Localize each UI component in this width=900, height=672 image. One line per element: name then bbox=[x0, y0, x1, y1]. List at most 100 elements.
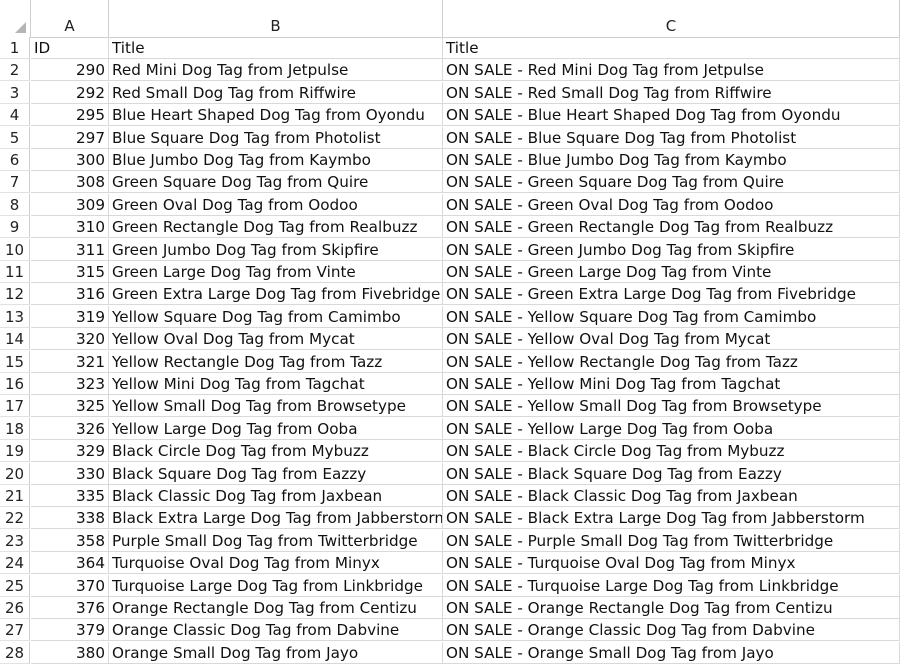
cell-sale-title[interactable]: ON SALE - Black Circle Dog Tag from Mybu… bbox=[443, 440, 900, 463]
row-header[interactable]: 14 bbox=[0, 328, 30, 351]
cell-title[interactable]: Blue Heart Shaped Dog Tag from Oyondu bbox=[109, 104, 443, 127]
cell-sale-title[interactable]: ON SALE - Orange Rectangle Dog Tag from … bbox=[443, 597, 900, 619]
cell-title[interactable]: Black Square Dog Tag from Eazzy bbox=[109, 462, 443, 485]
cell-sale-title[interactable]: ON SALE - Turquoise Large Dog Tag from L… bbox=[443, 574, 900, 597]
column-header-b[interactable]: B bbox=[109, 0, 443, 37]
cell-sale-title[interactable]: ON SALE - Orange Small Dog Tag from Jayo bbox=[443, 641, 900, 664]
cell-title[interactable]: Orange Classic Dog Tag from Dabvine bbox=[109, 619, 443, 642]
row-header[interactable]: 18 bbox=[0, 417, 30, 440]
cell-id[interactable]: 379 bbox=[31, 619, 109, 642]
cell-id[interactable]: 370 bbox=[31, 574, 109, 597]
cell-id[interactable]: 311 bbox=[31, 238, 109, 261]
cell-title[interactable]: Turquoise Oval Dog Tag from Minyx bbox=[109, 552, 443, 575]
cell-sale-title[interactable]: ON SALE - Black Square Dog Tag from Eazz… bbox=[443, 462, 900, 485]
row-header[interactable]: 23 bbox=[0, 529, 30, 552]
cell-title[interactable]: Yellow Mini Dog Tag from Tagchat bbox=[109, 373, 443, 395]
cell-sale-title[interactable]: ON SALE - Black Classic Dog Tag from Jax… bbox=[443, 485, 900, 507]
row-header[interactable]: 11 bbox=[0, 261, 30, 283]
cell-sale-title[interactable]: ON SALE - Green Square Dog Tag from Quir… bbox=[443, 171, 900, 194]
row-header[interactable]: 16 bbox=[0, 373, 30, 395]
cell-sale-title[interactable]: ON SALE - Green Extra Large Dog Tag from… bbox=[443, 283, 900, 306]
cell-title[interactable]: Yellow Oval Dog Tag from Mycat bbox=[109, 328, 443, 351]
row-header[interactable]: 2 bbox=[0, 59, 30, 82]
cell-title[interactable]: Green Square Dog Tag from Quire bbox=[109, 171, 443, 194]
row-header[interactable]: 3 bbox=[0, 81, 30, 104]
row-header[interactable]: 26 bbox=[0, 597, 30, 619]
row-header[interactable]: 10 bbox=[0, 238, 30, 261]
cell-id[interactable]: 292 bbox=[31, 81, 109, 104]
cell-sale-title[interactable]: ON SALE - Black Extra Large Dog Tag from… bbox=[443, 507, 900, 530]
cell-id[interactable]: 300 bbox=[31, 149, 109, 171]
cell-id[interactable]: 323 bbox=[31, 373, 109, 395]
cell-title[interactable]: Black Classic Dog Tag from Jaxbean bbox=[109, 485, 443, 507]
cell-sale-title[interactable]: ON SALE - Orange Classic Dog Tag from Da… bbox=[443, 619, 900, 642]
cell-id[interactable]: 335 bbox=[31, 485, 109, 507]
cell-title[interactable]: Green Oval Dog Tag from Oodoo bbox=[109, 193, 443, 216]
cell-id[interactable]: 316 bbox=[31, 283, 109, 306]
cell-sale-title[interactable]: ON SALE - Blue Heart Shaped Dog Tag from… bbox=[443, 104, 900, 127]
cell-title[interactable]: Turquoise Large Dog Tag from Linkbridge bbox=[109, 574, 443, 597]
cell-title[interactable]: Green Jumbo Dog Tag from Skipfire bbox=[109, 238, 443, 261]
row-header[interactable]: 27 bbox=[0, 619, 30, 642]
row-header[interactable]: 5 bbox=[0, 126, 30, 149]
cell-title[interactable]: Orange Small Dog Tag from Jayo bbox=[109, 641, 443, 664]
cell-title[interactable]: Black Circle Dog Tag from Mybuzz bbox=[109, 440, 443, 463]
row-header[interactable]: 8 bbox=[0, 193, 30, 216]
row-header[interactable]: 21 bbox=[0, 485, 30, 507]
cell-title[interactable]: Green Large Dog Tag from Vinte bbox=[109, 261, 443, 283]
column-header-c[interactable]: C bbox=[443, 0, 900, 37]
cell-sale-title[interactable]: ON SALE - Red Mini Dog Tag from Jetpulse bbox=[443, 59, 900, 82]
cell-sale-title[interactable]: ON SALE - Yellow Oval Dog Tag from Mycat bbox=[443, 328, 900, 351]
cell-sale-title[interactable]: ON SALE - Red Small Dog Tag from Riffwir… bbox=[443, 81, 900, 104]
cell-title[interactable]: Purple Small Dog Tag from Twitterbridge bbox=[109, 529, 443, 552]
cell-id[interactable]: 325 bbox=[31, 395, 109, 418]
cell-id[interactable]: 330 bbox=[31, 462, 109, 485]
cell-id[interactable]: 310 bbox=[31, 216, 109, 239]
cell-id[interactable]: 295 bbox=[31, 104, 109, 127]
cell-id[interactable]: 320 bbox=[31, 328, 109, 351]
cell-title[interactable]: Green Extra Large Dog Tag from Fivebridg… bbox=[109, 283, 443, 306]
cell-title[interactable]: Title bbox=[109, 37, 443, 59]
cell-sale-title[interactable]: ON SALE - Yellow Mini Dog Tag from Tagch… bbox=[443, 373, 900, 395]
cell-id[interactable]: 290 bbox=[31, 59, 109, 82]
cell-id[interactable]: 319 bbox=[31, 305, 109, 328]
cell-sale-title[interactable]: ON SALE - Yellow Small Dog Tag from Brow… bbox=[443, 395, 900, 418]
cell-sale-title[interactable]: ON SALE - Purple Small Dog Tag from Twit… bbox=[443, 529, 900, 552]
cell-title[interactable]: Yellow Square Dog Tag from Camimbo bbox=[109, 305, 443, 328]
cell-sale-title[interactable]: ON SALE - Green Large Dog Tag from Vinte bbox=[443, 261, 900, 283]
cell-id[interactable]: ID bbox=[31, 37, 109, 59]
cell-sale-title[interactable]: ON SALE - Yellow Rectangle Dog Tag from … bbox=[443, 350, 900, 373]
cell-title[interactable]: Black Extra Large Dog Tag from Jabbersto… bbox=[109, 507, 443, 530]
row-header[interactable]: 17 bbox=[0, 395, 30, 418]
cell-sale-title[interactable]: ON SALE - Yellow Large Dog Tag from Ooba bbox=[443, 417, 900, 440]
cell-id[interactable]: 364 bbox=[31, 552, 109, 575]
cell-id[interactable]: 326 bbox=[31, 417, 109, 440]
cell-sale-title[interactable]: ON SALE - Yellow Square Dog Tag from Cam… bbox=[443, 305, 900, 328]
cell-title[interactable]: Blue Jumbo Dog Tag from Kaymbo bbox=[109, 149, 443, 171]
column-header-a[interactable]: A bbox=[31, 0, 109, 37]
cell-sale-title[interactable]: ON SALE - Blue Jumbo Dog Tag from Kaymbo bbox=[443, 149, 900, 171]
cell-sale-title[interactable]: ON SALE - Green Rectangle Dog Tag from R… bbox=[443, 216, 900, 239]
cell-title[interactable]: Yellow Large Dog Tag from Ooba bbox=[109, 417, 443, 440]
cell-id[interactable]: 315 bbox=[31, 261, 109, 283]
cell-title[interactable]: Yellow Small Dog Tag from Browsetype bbox=[109, 395, 443, 418]
cell-title[interactable]: Blue Square Dog Tag from Photolist bbox=[109, 126, 443, 149]
cell-title[interactable]: Green Rectangle Dog Tag from Realbuzz bbox=[109, 216, 443, 239]
row-header[interactable]: 20 bbox=[0, 462, 30, 485]
row-header[interactable]: 24 bbox=[0, 552, 30, 575]
row-header[interactable]: 6 bbox=[0, 149, 30, 171]
cell-id[interactable]: 376 bbox=[31, 597, 109, 619]
cell-sale-title[interactable]: ON SALE - Green Oval Dog Tag from Oodoo bbox=[443, 193, 900, 216]
cell-sale-title[interactable]: ON SALE - Blue Square Dog Tag from Photo… bbox=[443, 126, 900, 149]
cell-id[interactable]: 308 bbox=[31, 171, 109, 194]
row-header[interactable]: 19 bbox=[0, 440, 30, 463]
row-header[interactable]: 12 bbox=[0, 283, 30, 306]
row-header[interactable]: 15 bbox=[0, 350, 30, 373]
row-header[interactable]: 22 bbox=[0, 507, 30, 530]
cell-title[interactable]: Red Mini Dog Tag from Jetpulse bbox=[109, 59, 443, 82]
cell-id[interactable]: 297 bbox=[31, 126, 109, 149]
cell-sale-title[interactable]: ON SALE - Turquoise Oval Dog Tag from Mi… bbox=[443, 552, 900, 575]
cell-id[interactable]: 309 bbox=[31, 193, 109, 216]
cell-title[interactable]: Orange Rectangle Dog Tag from Centizu bbox=[109, 597, 443, 619]
row-header[interactable]: 1 bbox=[0, 37, 30, 59]
